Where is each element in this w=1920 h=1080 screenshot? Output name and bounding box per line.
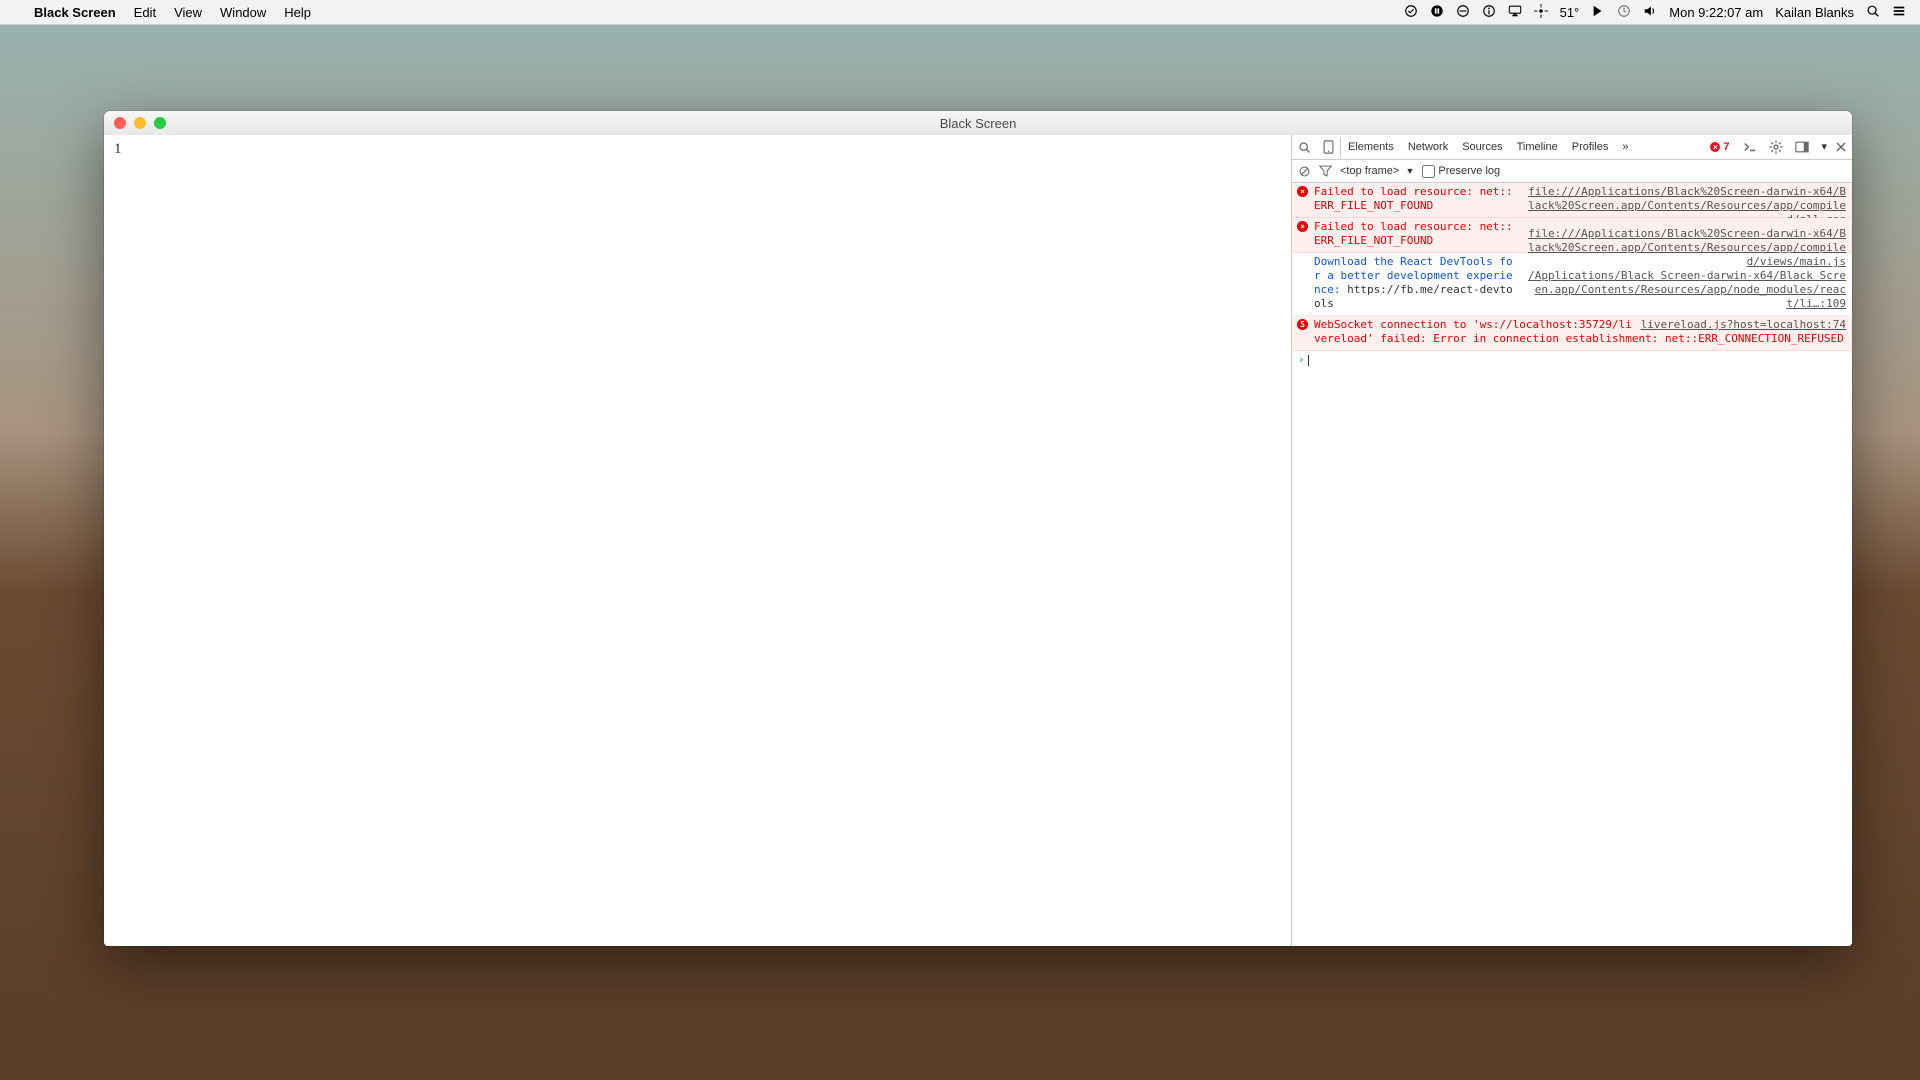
tab-elements[interactable]: Elements (1341, 135, 1401, 159)
dock-menu-caret-icon[interactable]: ▾ (1815, 135, 1830, 159)
devtools-tabbar: Elements Network Sources Timeline Profil… (1292, 135, 1852, 160)
console-message: × file:///Applications/Black%20Screen-da… (1292, 183, 1852, 218)
prompt-glyph: › (1298, 353, 1305, 366)
menu-user[interactable]: Kailan Blanks (1775, 5, 1854, 20)
menu-edit[interactable]: Edit (134, 5, 156, 20)
status-icon[interactable] (1404, 4, 1418, 21)
app-name-menu[interactable]: Black Screen (34, 5, 116, 20)
preserve-log-checkbox[interactable] (1422, 165, 1435, 178)
error-count-badge[interactable]: × 7 (1710, 141, 1729, 153)
devtools-close-icon[interactable] (1830, 135, 1852, 159)
status-icon[interactable] (1534, 4, 1548, 21)
line-text: 1 (114, 141, 122, 157)
console-message: /Applications/Black Screen-darwin-x64/Bl… (1292, 253, 1852, 316)
window-titlebar[interactable]: Black Screen (104, 111, 1852, 136)
message-source-link[interactable]: livereload.js?host=localhost:74 (1641, 318, 1846, 332)
tab-profiles[interactable]: Profiles (1565, 135, 1616, 159)
devtools-panel: Elements Network Sources Timeline Profil… (1292, 135, 1852, 946)
tab-sources[interactable]: Sources (1455, 135, 1509, 159)
window-title: Black Screen (940, 116, 1017, 131)
menu-help[interactable]: Help (284, 5, 311, 20)
minimize-button[interactable] (134, 117, 146, 129)
maximize-button[interactable] (154, 117, 166, 129)
error-icon: × (1297, 221, 1308, 232)
message-source-link[interactable]: /Applications/Black Screen-darwin-x64/Bl… (1527, 269, 1846, 311)
tab-more[interactable]: » (1615, 135, 1635, 159)
preserve-log-toggle[interactable]: Preserve log (1422, 165, 1500, 178)
settings-icon[interactable] (1763, 135, 1789, 159)
error-count: 7 (1723, 141, 1729, 153)
menu-clock[interactable]: Mon 9:22:07 am (1669, 5, 1763, 20)
menu-view[interactable]: View (174, 5, 202, 20)
text-caret (1308, 355, 1309, 366)
dock-side-icon[interactable] (1789, 135, 1815, 159)
device-toggle-icon[interactable] (1317, 135, 1340, 159)
clock-icon[interactable] (1617, 4, 1631, 21)
console-prompt[interactable]: › (1292, 351, 1852, 369)
tab-timeline[interactable]: Timeline (1510, 135, 1565, 159)
preserve-log-label: Preserve log (1438, 165, 1500, 177)
error-dot-icon: × (1710, 142, 1720, 152)
filter-icon[interactable] (1319, 165, 1332, 177)
console-message: × file:///Applications/Black%20Screen-da… (1292, 218, 1852, 253)
show-console-icon[interactable] (1737, 135, 1763, 159)
menu-window[interactable]: Window (220, 5, 266, 20)
mac-menubar: Black Screen Edit View Window Help 51° M… (0, 0, 1920, 25)
status-icon[interactable] (1430, 4, 1444, 21)
status-icon[interactable] (1482, 4, 1496, 21)
console-output[interactable]: × file:///Applications/Black%20Screen-da… (1292, 183, 1852, 946)
status-icon[interactable] (1591, 4, 1605, 21)
console-toolbar: <top frame> ▼ Preserve log (1292, 160, 1852, 183)
temperature[interactable]: 51° (1560, 5, 1580, 20)
app-window: Black Screen 1 Elements Network Sources … (104, 111, 1852, 946)
volume-icon[interactable] (1643, 4, 1657, 21)
error-icon: × (1297, 186, 1308, 197)
error-badge-icon: S (1297, 319, 1308, 330)
editor-area[interactable]: 1 (104, 135, 1292, 946)
execution-context-select[interactable]: <top frame> ▼ (1340, 165, 1414, 177)
console-message: S livereload.js?host=localhost:74 WebSoc… (1292, 316, 1852, 351)
status-icon[interactable] (1456, 4, 1470, 21)
inspect-icon[interactable] (1292, 135, 1317, 159)
tab-network[interactable]: Network (1401, 135, 1455, 159)
control-center-icon[interactable] (1892, 4, 1906, 21)
spotlight-icon[interactable] (1866, 4, 1880, 21)
close-button[interactable] (114, 117, 126, 129)
airplay-icon[interactable] (1508, 4, 1522, 21)
clear-console-icon[interactable] (1298, 165, 1311, 178)
